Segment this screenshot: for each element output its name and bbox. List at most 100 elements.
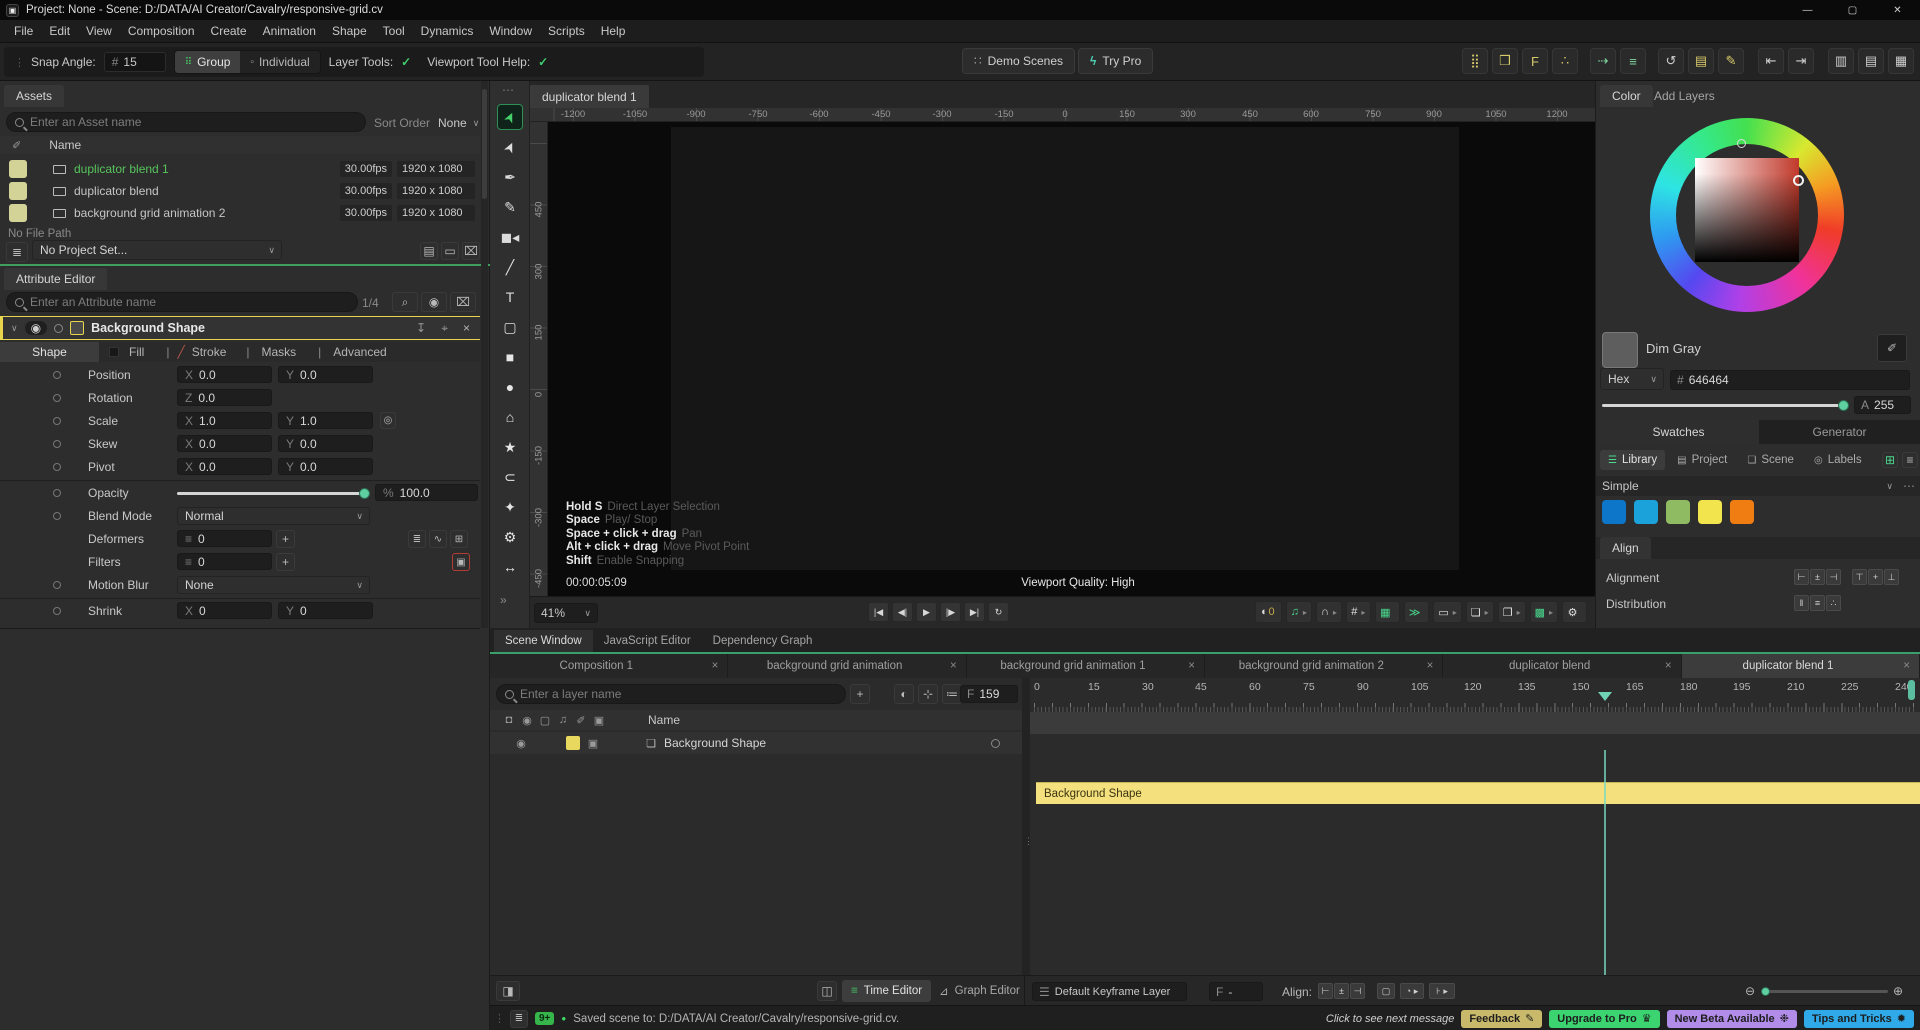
- composition-tab[interactable]: background grid animation 2 ×: [1205, 654, 1443, 678]
- viewport-settings-button[interactable]: ⚙: [1562, 601, 1587, 623]
- clip-icon[interactable]: ▣: [590, 714, 608, 727]
- menu-item[interactable]: Help: [593, 20, 634, 43]
- shape-header[interactable]: ∨ ◉ Background Shape ↧ ⌖ ×: [0, 316, 480, 340]
- settings-tool[interactable]: ⚙: [497, 524, 523, 550]
- saturation-cursor[interactable]: [1737, 139, 1746, 148]
- panel-divider[interactable]: [0, 264, 490, 266]
- timeline-splitter[interactable]: ⋮: [1022, 678, 1030, 975]
- guides-toggle[interactable]: ▦: [1375, 601, 1400, 623]
- null-icon[interactable]: ◐: [894, 684, 914, 704]
- asset-row[interactable]: duplicator blend 30.00fps 1920 x 1080: [0, 180, 480, 202]
- align-tab[interactable]: Align: [1600, 537, 1651, 559]
- draw-pen-icon[interactable]: ✎: [1718, 48, 1744, 74]
- playhead-handle[interactable]: [1598, 692, 1612, 701]
- feedback-button[interactable]: Feedback✎: [1461, 1010, 1542, 1028]
- minimize-button[interactable]: —: [1785, 0, 1830, 20]
- alpha-field[interactable]: A255: [1854, 396, 1911, 414]
- transparency-toggle[interactable]: ▩▸: [1530, 601, 1558, 623]
- opacity-slider-knob[interactable]: [359, 488, 370, 499]
- audio-toggle[interactable]: ♫▸: [1286, 601, 1312, 623]
- distribute-h-button[interactable]: ‖: [1794, 595, 1809, 611]
- keyframe-toggle[interactable]: [53, 463, 61, 471]
- visibility-toggle[interactable]: ◉: [512, 737, 530, 750]
- keyframe-toggle[interactable]: [53, 440, 61, 448]
- distribute-stack-button[interactable]: ∴: [1826, 595, 1841, 611]
- orange[interactable]: [1730, 500, 1754, 524]
- tab-fill[interactable]: Fill: [129, 345, 144, 359]
- asset-color-swatch[interactable]: [9, 204, 27, 222]
- deformer-curve-icon[interactable]: ∿: [429, 530, 447, 548]
- work-area-band[interactable]: [1030, 712, 1920, 734]
- close-tab-icon[interactable]: ×: [941, 660, 966, 672]
- next-message-hint[interactable]: Click to see next message: [1326, 1013, 1454, 1025]
- menu-item[interactable]: Composition: [120, 20, 203, 43]
- tab-advanced[interactable]: Advanced: [333, 345, 386, 359]
- more-options-icon[interactable]: ⋯: [1903, 479, 1915, 493]
- spark-tool[interactable]: ✦: [497, 494, 523, 520]
- close-tab-icon[interactable]: ×: [703, 660, 728, 672]
- align-left-icon[interactable]: ⇤: [1758, 48, 1784, 74]
- timeline-scroll-handle[interactable]: [1908, 680, 1915, 700]
- camera-slide-icon[interactable]: ◨: [496, 981, 520, 1001]
- filter-icon[interactable]: ≔: [942, 684, 962, 704]
- menu-item[interactable]: Shape: [324, 20, 375, 43]
- menu-item[interactable]: File: [6, 20, 41, 43]
- collapse-icon[interactable]: ∨: [11, 323, 18, 334]
- menu-item[interactable]: View: [78, 20, 120, 43]
- align-bottom-button[interactable]: ⊥: [1884, 569, 1899, 585]
- trash-icon[interactable]: ⌧: [462, 242, 480, 260]
- skew-x-field[interactable]: X0.0: [177, 435, 272, 452]
- timeline-zoom-slider[interactable]: [1763, 990, 1888, 993]
- audio-icon[interactable]: ♫: [554, 714, 572, 727]
- keyframe-toggle[interactable]: [53, 394, 61, 402]
- demo-scenes-button[interactable]: ∷ Demo Scenes: [962, 48, 1075, 74]
- add-deformer-button[interactable]: +: [276, 530, 295, 548]
- line-tool[interactable]: ╱: [497, 254, 523, 280]
- generator-tab[interactable]: Generator: [1759, 420, 1920, 444]
- layer-duration-bar[interactable]: Background Shape: [1036, 782, 1920, 804]
- color-mode-dropdown[interactable]: Hex∨: [1600, 368, 1664, 390]
- go-to-end-button[interactable]: ▶|: [964, 602, 985, 622]
- keyframe-toggle[interactable]: [53, 489, 61, 497]
- direct-select-tool[interactable]: ➤: [497, 134, 523, 160]
- motion-path-icon[interactable]: ⇢: [1590, 48, 1616, 74]
- play-button[interactable]: ▶: [916, 602, 937, 622]
- light-blue[interactable]: [1634, 500, 1658, 524]
- pivot-y-field[interactable]: Y0.0: [278, 458, 373, 475]
- tab-stroke[interactable]: Stroke: [192, 345, 227, 359]
- text-tool[interactable]: T: [497, 284, 523, 310]
- menu-item[interactable]: Edit: [41, 20, 78, 43]
- asset-search[interactable]: [6, 112, 366, 132]
- new-beta-button[interactable]: New Beta Available❉: [1667, 1010, 1797, 1028]
- menu-item[interactable]: Create: [203, 20, 255, 43]
- align-left-button[interactable]: ⊢: [1794, 569, 1809, 585]
- align-top-button[interactable]: ⊤: [1852, 569, 1867, 585]
- eyedropper-button[interactable]: ✐: [1877, 334, 1907, 362]
- grid-toggle[interactable]: #▸: [1346, 601, 1371, 623]
- keyframe-toggle[interactable]: [53, 512, 61, 520]
- keyframe-toggle[interactable]: [53, 417, 61, 425]
- pencil-tool[interactable]: ✎: [497, 194, 523, 220]
- show-hidden-icon[interactable]: ◉: [421, 292, 447, 312]
- camera-tool[interactable]: ◼◂: [497, 224, 523, 250]
- focus-icon[interactable]: ⌖: [441, 321, 448, 336]
- keyframe-toggle[interactable]: [53, 607, 61, 615]
- color-tab[interactable]: Color: [1600, 85, 1653, 107]
- individual-mode-button[interactable]: ▫ Individual: [240, 51, 319, 73]
- composition-tab[interactable]: duplicator blend ×: [1443, 654, 1681, 678]
- zoom-level-dropdown[interactable]: 41%∨: [534, 603, 598, 623]
- scene-tab[interactable]: Scene Window: [494, 630, 593, 652]
- scene-tab[interactable]: JavaScript Editor: [593, 630, 702, 652]
- maximize-button[interactable]: ▢: [1830, 0, 1875, 20]
- grid-icon[interactable]: ▦: [1888, 48, 1914, 74]
- alpha-slider[interactable]: [1602, 404, 1846, 407]
- clear-search-icon[interactable]: ⌧: [450, 292, 476, 312]
- cube-icon[interactable]: ❒: [1492, 48, 1518, 74]
- opacity-value-field[interactable]: %100.0: [375, 484, 478, 501]
- composition-area[interactable]: [671, 127, 1459, 570]
- solo-toggle[interactable]: [54, 324, 63, 333]
- lock-icon[interactable]: ◘: [500, 714, 518, 727]
- list-view-icon[interactable]: ≡: [1902, 452, 1918, 468]
- pen-tool[interactable]: ✒: [497, 164, 523, 190]
- columns-icon[interactable]: ▥: [1828, 48, 1854, 74]
